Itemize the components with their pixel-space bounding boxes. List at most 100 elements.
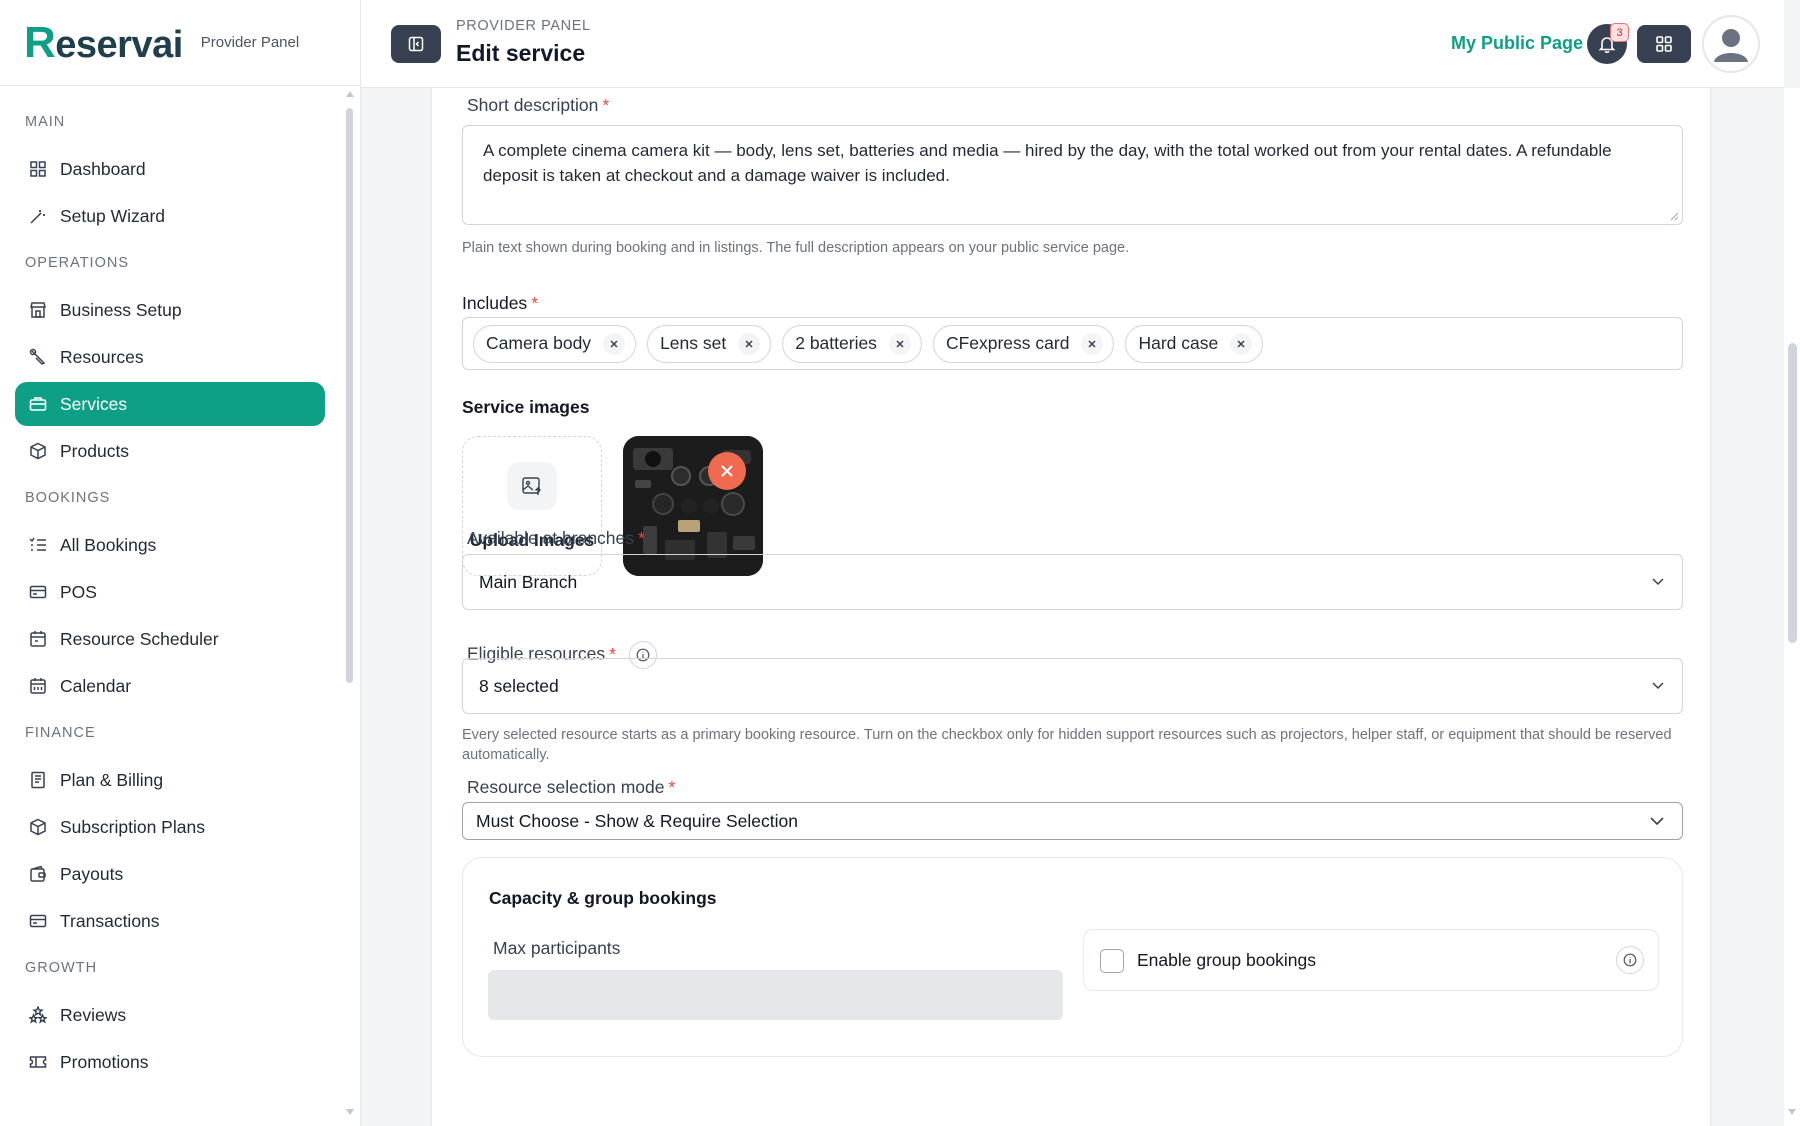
sidebar-item-resources[interactable]: Resources: [15, 335, 325, 379]
grid-icon: [29, 160, 47, 178]
sidebar: Reservai Provider Panel MAIN Dashboard S…: [0, 0, 361, 1126]
sidebar-item-label: Dashboard: [60, 158, 146, 179]
card-icon: [29, 583, 47, 601]
sidebar-item-label: POS: [60, 581, 97, 602]
includes-tag-input[interactable]: Camera body Lens set 2 batteries CFexpre…: [462, 317, 1683, 370]
include-tag: CFexpress card: [932, 324, 1115, 363]
sidebar-item-transactions[interactable]: Transactions: [15, 899, 325, 943]
info-icon: [1623, 953, 1637, 967]
brand: Reservai Provider Panel: [0, 0, 360, 86]
sidebar-item-business-setup[interactable]: Business Setup: [15, 288, 325, 332]
capacity-group-card: Capacity & group bookings Max participan…: [462, 857, 1683, 1057]
group-bookings-info-icon[interactable]: [1616, 946, 1644, 974]
short-description-hint: Plain text shown during booking and in l…: [462, 240, 1130, 256]
breadcrumb: PROVIDER PANEL: [456, 18, 591, 34]
sidebar-item-services[interactable]: Services: [15, 382, 325, 426]
ticket-icon: [29, 1053, 47, 1071]
remove-tag-button[interactable]: [738, 332, 761, 355]
notifications-button[interactable]: 3: [1587, 23, 1629, 64]
sidebar-item-label: Calendar: [60, 675, 132, 696]
remove-tag-button[interactable]: [1081, 332, 1104, 355]
page-title: Edit service: [456, 40, 586, 66]
sidebar-item-calendar[interactable]: Calendar: [15, 664, 325, 708]
apps-grid-button[interactable]: [1637, 25, 1691, 63]
tag-label: Lens set: [660, 333, 727, 353]
sidebar-scrollbar[interactable]: [344, 90, 354, 1120]
calendar-icon: [29, 630, 47, 648]
sidebar-item-label: Reviews: [60, 1004, 127, 1025]
reservai-logo[interactable]: Reservai: [24, 18, 183, 68]
scroll-down-icon: [346, 1109, 354, 1115]
tag-label: Camera body: [486, 333, 592, 353]
service-images-label: Service images: [462, 397, 590, 417]
section-main: MAIN: [25, 114, 66, 130]
include-tag: Hard case: [1125, 324, 1264, 363]
sidebar-item-products[interactable]: Products: [15, 429, 325, 473]
scroll-up-icon: [346, 91, 354, 97]
remove-tag-button[interactable]: [888, 332, 911, 355]
sidebar-item-plan-billing[interactable]: Plan & Billing: [15, 758, 325, 802]
sidebar-item-promotions[interactable]: Promotions: [15, 1040, 325, 1084]
sidebar-item-label: Services: [60, 393, 128, 414]
close-icon: [1088, 339, 1096, 348]
branches-select[interactable]: Main Branch: [462, 554, 1683, 610]
sidebar-toggle-button[interactable]: [391, 25, 441, 63]
sidebar-item-subscription-plans[interactable]: Subscription Plans: [15, 805, 325, 849]
sidebar-item-dashboard[interactable]: Dashboard: [15, 147, 325, 191]
box-icon: [29, 442, 47, 460]
sidebar-item-pos[interactable]: POS: [15, 570, 325, 614]
notification-badge: 3: [1610, 23, 1629, 42]
short-description-value: A complete cinema camera kit — body, len…: [483, 141, 1612, 185]
sidebar-item-all-bookings[interactable]: All Bookings: [15, 523, 325, 567]
sidebar-item-label: All Bookings: [60, 534, 157, 555]
eligible-resources-select[interactable]: 8 selected: [462, 658, 1683, 714]
sidebar-toggle-icon: [408, 36, 424, 52]
enable-group-bookings-label: Enable group bookings: [1137, 950, 1317, 970]
wand-icon: [29, 207, 47, 225]
logo-initial: R: [24, 17, 56, 67]
close-icon: [721, 465, 733, 477]
include-tag: Lens set: [647, 324, 772, 363]
includes-label: Includes *: [462, 293, 538, 313]
list-icon: [29, 536, 47, 554]
top-header: PROVIDER PANEL Edit service My Public Pa…: [361, 0, 1784, 88]
store-icon: [29, 301, 47, 319]
max-participants-label: Max participants: [493, 938, 621, 958]
resize-handle-icon[interactable]: [1669, 211, 1679, 221]
eligible-resources-value: 8 selected: [479, 675, 559, 696]
sidebar-item-label: Promotions: [60, 1051, 149, 1072]
receipt-icon: [29, 771, 47, 789]
tag-label: Hard case: [1138, 333, 1219, 353]
remove-tag-button[interactable]: [603, 332, 626, 355]
sidebar-scroll-thumb[interactable]: [346, 108, 353, 683]
sidebar-item-setup-wizard[interactable]: Setup Wizard: [15, 194, 325, 238]
card-icon: [29, 912, 47, 930]
sidebar-item-label: Products: [60, 440, 130, 461]
edit-service-form: Short description * A complete cinema cam…: [431, 88, 1711, 1126]
eligible-resources-hint: Every selected resource starts as a prim…: [462, 727, 1672, 763]
my-public-page-link[interactable]: My Public Page: [1451, 33, 1583, 54]
group-bookings-toggle-row[interactable]: Enable group bookings: [1083, 929, 1659, 991]
section-growth: GROWTH: [25, 960, 98, 976]
page-scroll-thumb[interactable]: [1788, 343, 1797, 643]
tool-icon: [29, 348, 47, 366]
short-description-textarea[interactable]: A complete cinema camera kit — body, len…: [462, 125, 1683, 225]
sidebar-item-resource-scheduler[interactable]: Resource Scheduler: [15, 617, 325, 661]
close-icon: [745, 339, 753, 348]
sidebar-item-label: Resource Scheduler: [60, 628, 219, 649]
remove-tag-button[interactable]: [1230, 332, 1253, 355]
selection-mode-select[interactable]: Must Choose - Show & Require Selection: [462, 802, 1683, 840]
sidebar-item-reviews[interactable]: Reviews: [15, 993, 325, 1037]
branches-label: Available at branches *: [467, 528, 645, 548]
sidebar-item-payouts[interactable]: Payouts: [15, 852, 325, 896]
scroll-down-icon: [1788, 1109, 1796, 1115]
user-avatar[interactable]: [1702, 15, 1760, 73]
include-tag: Camera body: [473, 324, 637, 363]
branches-value: Main Branch: [479, 571, 578, 592]
page-scrollbar[interactable]: [1784, 88, 1800, 1126]
remove-image-button[interactable]: [708, 452, 746, 490]
sidebar-item-label: Plan & Billing: [60, 769, 164, 790]
enable-group-bookings-checkbox[interactable]: [1100, 949, 1124, 973]
sidebar-item-label: Business Setup: [60, 299, 182, 320]
max-participants-input[interactable]: [488, 970, 1063, 1020]
